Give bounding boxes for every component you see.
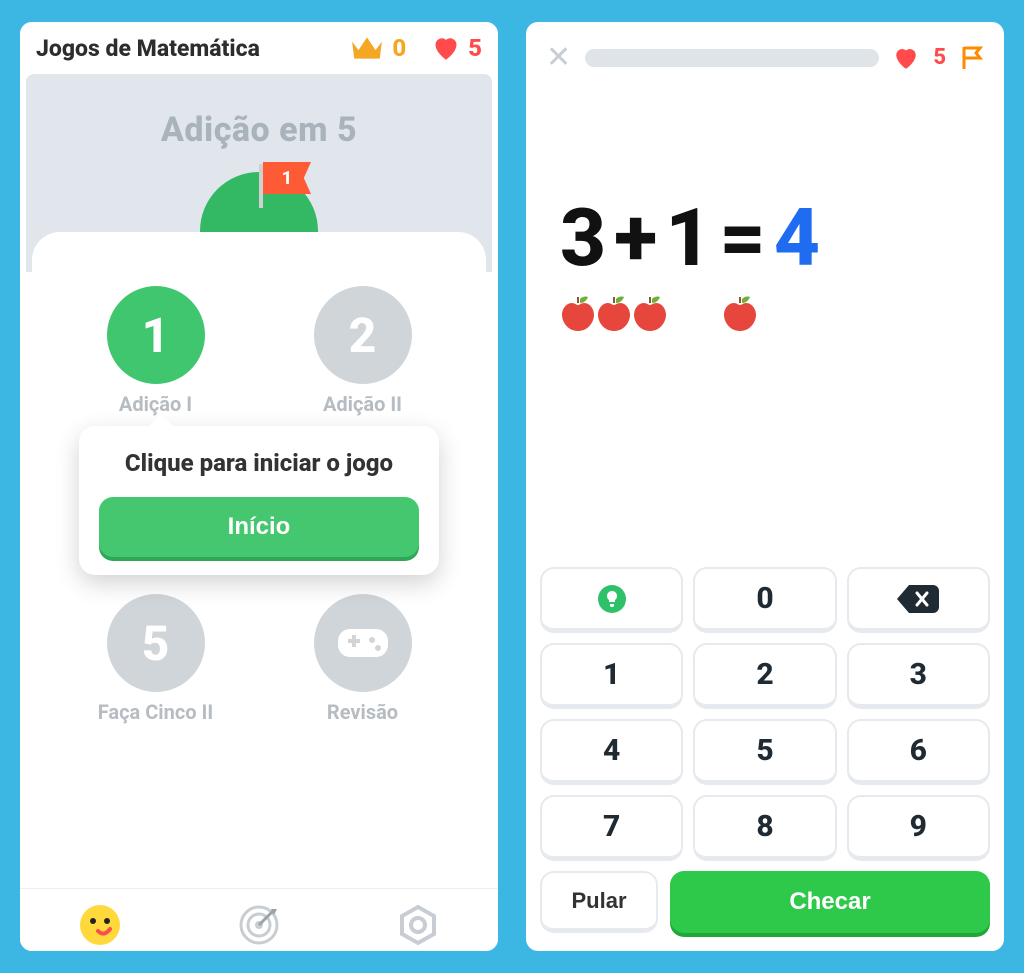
key-2[interactable]: 2 [693, 643, 836, 709]
tab-target-icon[interactable] [237, 903, 281, 947]
operand-b: 1 [665, 191, 713, 285]
heart-icon [893, 46, 919, 70]
question-topbar: ✕ 5 [526, 22, 1004, 83]
start-popover: Clique para iniciar o jogo Início [79, 426, 439, 575]
apple-icon [632, 295, 668, 333]
key-1[interactable]: 1 [540, 643, 683, 709]
level-node-2[interactable]: 2 Adição II [273, 286, 453, 416]
key-7[interactable]: 7 [540, 795, 683, 861]
key-0[interactable]: 0 [693, 567, 836, 633]
apple-row [560, 295, 970, 333]
topbar: Jogos de Matemática 0 5 [20, 22, 498, 74]
level-node-5[interactable]: 5 Faça Cinco II [66, 594, 246, 724]
section-title: Adição em 5 [26, 110, 492, 150]
close-icon[interactable]: ✕ [546, 40, 571, 75]
hint-bulb-icon [598, 585, 626, 613]
apple-icon [560, 295, 596, 333]
equals-sign: = [719, 191, 767, 285]
apple-icon [722, 295, 758, 333]
check-button[interactable]: Checar [670, 871, 990, 933]
backspace-icon [897, 585, 939, 613]
popover-text: Clique para iniciar o jogo [99, 448, 419, 479]
keypad: 0 123 456 789 Pular Checar [526, 555, 1004, 951]
levels-row-1: 1 Adição I 2 Adição II [52, 286, 466, 416]
key-8[interactable]: 8 [693, 795, 836, 861]
tab-home-face-icon[interactable] [78, 903, 122, 947]
backspace-button[interactable] [847, 567, 990, 633]
hint-button[interactable] [540, 567, 683, 633]
apple-icon [596, 295, 632, 333]
key-5[interactable]: 5 [693, 719, 836, 785]
equation: 3 + 1 = 4 [560, 191, 970, 285]
skip-button[interactable]: Pular [540, 871, 658, 933]
level-node-1[interactable]: 1 Adição I [66, 286, 246, 416]
key-6[interactable]: 6 [847, 719, 990, 785]
heart-count: 5 [468, 34, 482, 62]
crown-count: 0 [392, 34, 406, 62]
key-9[interactable]: 9 [847, 795, 990, 861]
gamepad-icon [314, 594, 412, 692]
crown-icon [350, 34, 384, 62]
phone-right-question: ✕ 5 3 + 1 = 4 [526, 22, 1004, 951]
progress-bar [585, 49, 879, 67]
report-flag-icon[interactable] [960, 45, 984, 71]
operand-a: 3 [560, 191, 608, 285]
heart-icon [432, 35, 460, 61]
phone-left-levels: Jogos de Matemática 0 5 Adição em 5 1 1 … [20, 22, 498, 951]
tab-settings-icon[interactable] [396, 903, 440, 947]
key-3[interactable]: 3 [847, 643, 990, 709]
answer-value: 4 [774, 191, 822, 285]
app-title: Jogos de Matemática [36, 35, 342, 62]
levels-row-2: 5 Faça Cinco II Revisão [52, 594, 466, 724]
key-4[interactable]: 4 [540, 719, 683, 785]
level-node-review[interactable]: Revisão [273, 594, 453, 724]
flag-icon: 1 [263, 162, 311, 194]
question-area: 3 + 1 = 4 [526, 83, 1004, 333]
start-button[interactable]: Início [99, 497, 419, 557]
tabbar [20, 888, 498, 951]
operator: + [614, 191, 659, 285]
heart-count: 5 [933, 45, 946, 70]
